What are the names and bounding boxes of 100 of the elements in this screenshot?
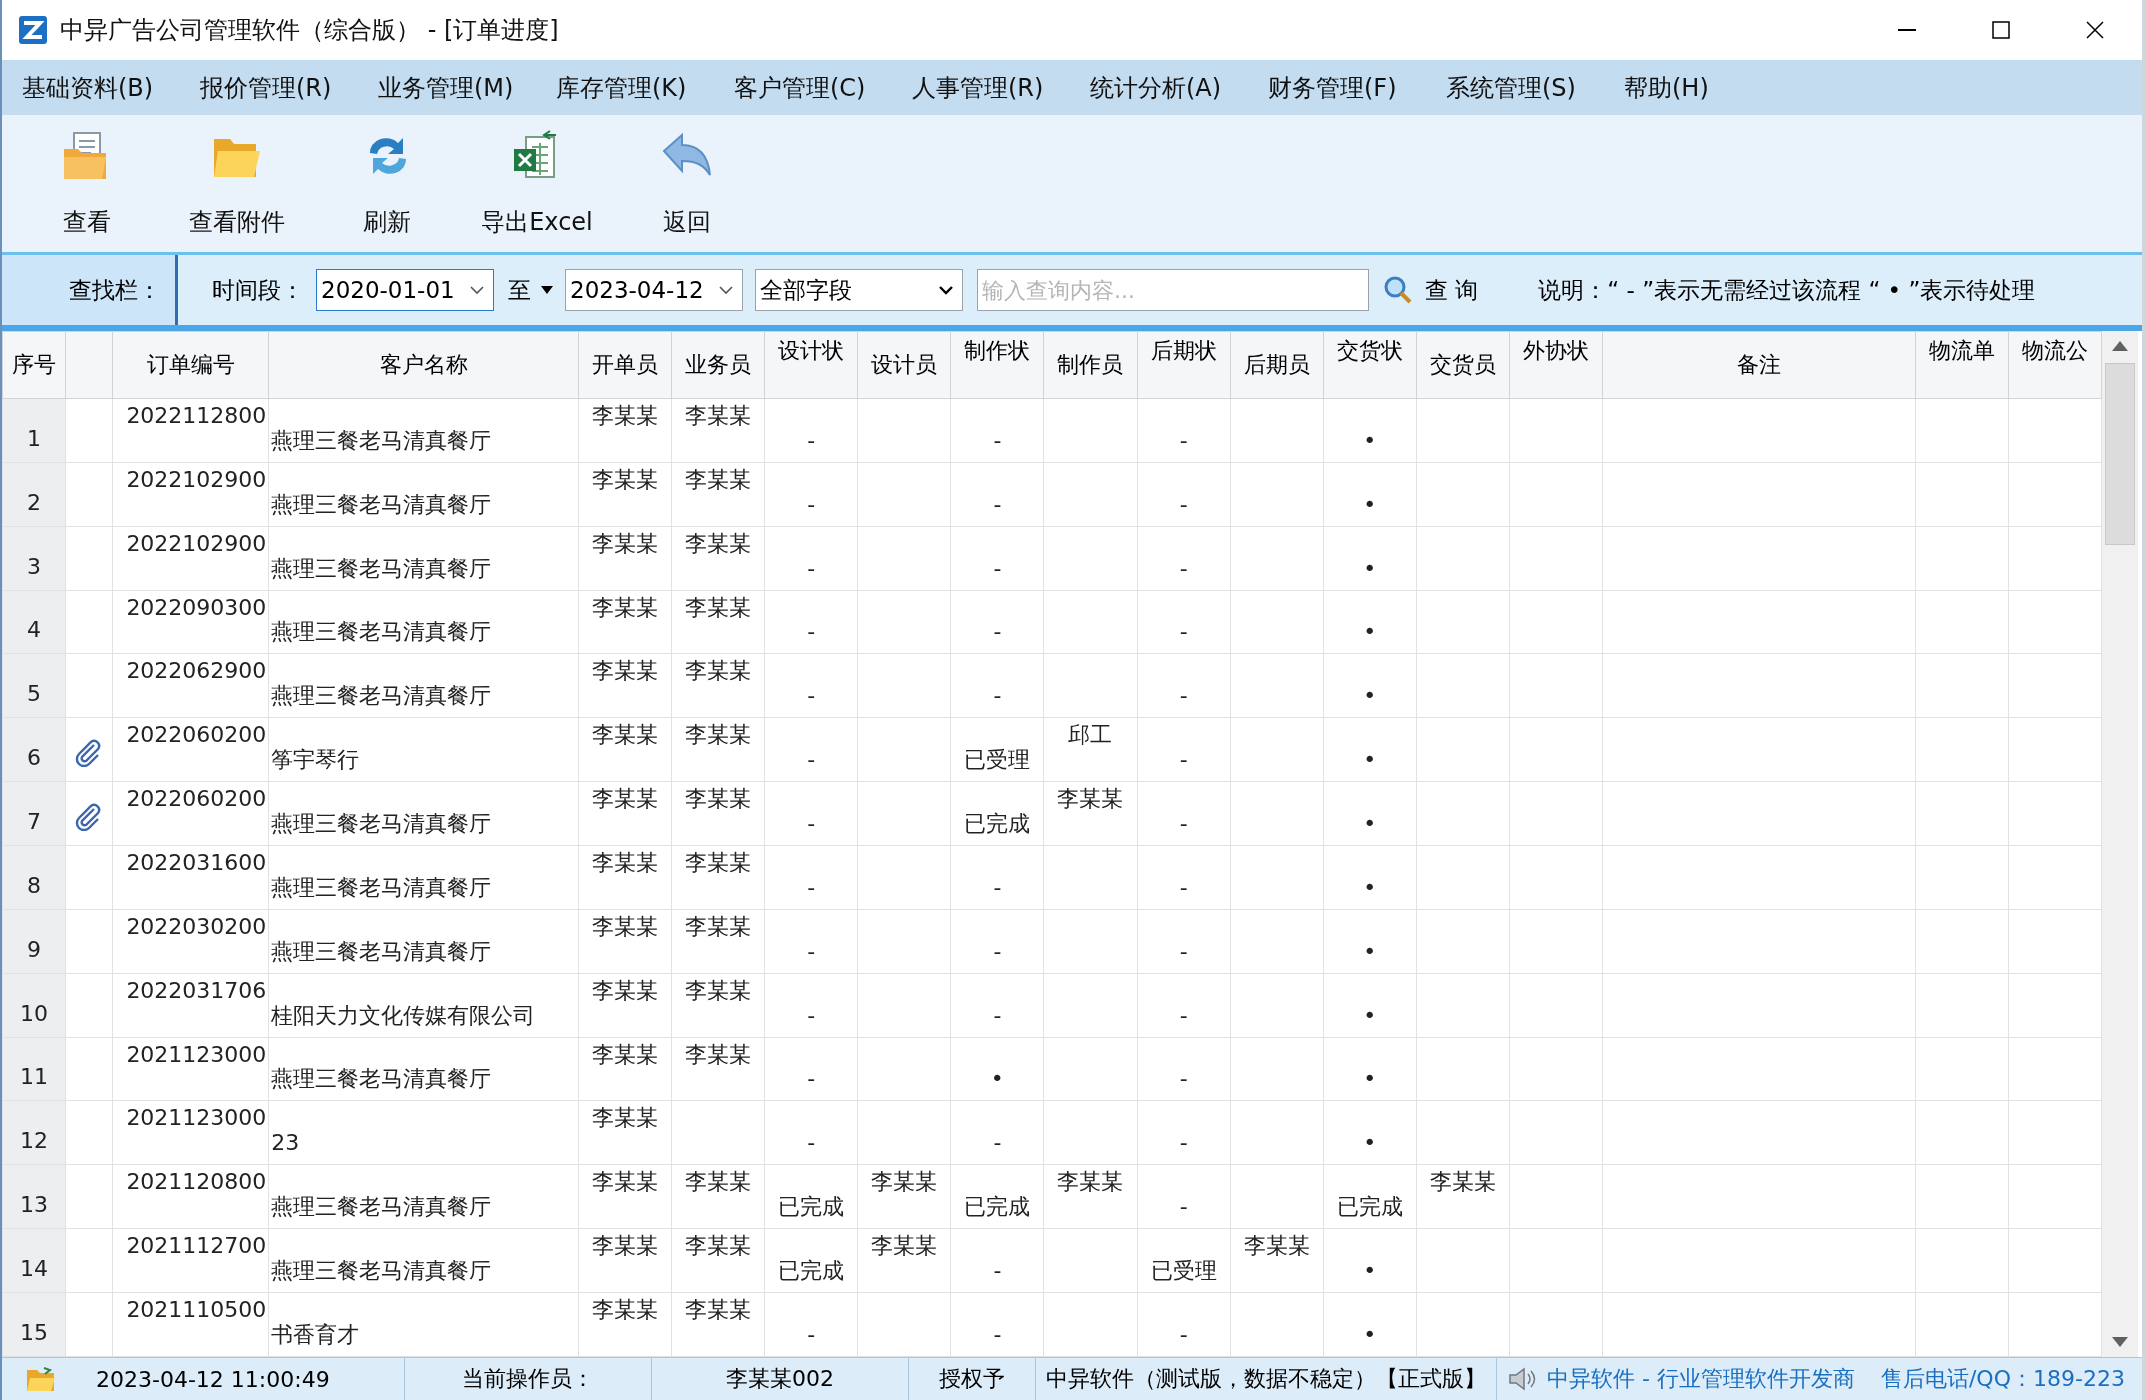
scroll-thumb[interactable] <box>2105 363 2135 545</box>
column-header[interactable]: 交货员 <box>1416 331 1510 399</box>
column-header[interactable]: 外协状 <box>1509 331 1603 399</box>
column-header[interactable]: 开单员 <box>578 331 672 399</box>
column-header[interactable]: 交货状 <box>1323 331 1417 399</box>
column-header[interactable]: 业务员 <box>671 331 765 399</box>
table-cell: - <box>807 555 816 581</box>
field-dropdown[interactable]: 全部字段 <box>755 269 963 311</box>
status-label: 当前操作员： <box>405 1358 652 1400</box>
table-cell: - <box>1179 1002 1188 1028</box>
vendor-link[interactable]: 中异软件 - 行业管理软件开发商 <box>1547 1364 1855 1394</box>
window-title: 中异广告公司管理软件（综合版） - [订单进度] <box>60 15 559 46</box>
scrollbar[interactable] <box>2102 331 2138 1357</box>
table-cell: 2022060200 <box>126 786 267 812</box>
table-cell: • <box>1363 1066 1377 1092</box>
row-number: 11 <box>20 1064 49 1090</box>
column-header[interactable]: 后期状 <box>1137 331 1231 399</box>
menu-item[interactable]: 统计分析(A) <box>1090 71 1220 104</box>
table-cell: • <box>1363 491 1377 517</box>
table-cell: 2021110500 <box>126 1297 267 1323</box>
table-cell: 李某某 <box>685 530 751 556</box>
row-number: 10 <box>20 1000 49 1026</box>
table-cell: 已完成 <box>964 1194 1031 1220</box>
search-field[interactable]: 输入查询内容... <box>977 269 1369 311</box>
table-cell: 已完成 <box>1336 1194 1403 1220</box>
table-cell: - <box>807 1130 816 1156</box>
table-cell: 李某某 <box>591 1105 658 1131</box>
table-cell: • <box>1363 619 1377 645</box>
table-cell: - <box>1179 1322 1188 1347</box>
table-cell: - <box>993 1130 1002 1156</box>
table-cell: 23 <box>271 1130 300 1156</box>
search-bar-label: 查找栏： <box>69 275 161 305</box>
table-cell: 李某某 <box>591 403 658 428</box>
toolbar-button[interactable]: 返回 <box>612 121 762 246</box>
table-cell: 李某某 <box>591 913 658 939</box>
table-cell: 2022030200 <box>126 913 267 939</box>
table-cell: - <box>807 1002 816 1028</box>
column-header[interactable]: 客户名称 <box>268 331 579 399</box>
row-number: 7 <box>27 809 42 834</box>
table-cell: 2022102900 <box>126 530 267 556</box>
toolbar-button[interactable]: 导出Excel <box>462 121 612 246</box>
table-cell: - <box>807 938 816 964</box>
table-cell: 2021112700 <box>126 1233 267 1259</box>
toolbar-button[interactable]: 查看 <box>12 121 162 246</box>
table-cell: • <box>1363 811 1377 836</box>
table-cell: 李某某 <box>685 722 751 748</box>
menu-item[interactable]: 库存管理(K) <box>556 71 686 104</box>
table-cell: • <box>1363 555 1377 581</box>
table-cell: - <box>993 1002 1002 1028</box>
table-cell: - <box>993 938 1002 964</box>
column-header[interactable]: 制作状 <box>950 331 1044 399</box>
menu-item[interactable]: 基础资料(B) <box>22 71 152 104</box>
table-cell: - <box>993 1322 1002 1347</box>
toolbar-button[interactable]: 查看附件 <box>162 121 312 246</box>
toolbar-button[interactable]: 刷新 <box>312 121 462 246</box>
table-cell: - <box>1179 683 1188 709</box>
date-picker[interactable]: 2023-04-12 <box>565 269 743 311</box>
status-datetime: 2023-04-12 11:00:49 <box>56 1358 405 1400</box>
scroll-up-icon <box>2112 341 2128 351</box>
menu-item[interactable]: 客户管理(C) <box>734 71 864 104</box>
column-header[interactable]: 备注 <box>1602 331 1916 399</box>
table-cell: • <box>1363 1002 1377 1028</box>
menu-item[interactable]: 帮助(H) <box>1624 71 1754 104</box>
menu-item[interactable]: 财务管理(F) <box>1268 71 1398 104</box>
table-cell: 李某某 <box>685 850 751 875</box>
table-cell: 2021123000 <box>126 1041 267 1067</box>
date-picker[interactable]: 2020-01-01 <box>316 269 494 311</box>
column-header[interactable]: 物流单 <box>1915 331 2009 399</box>
table-cell: - <box>1179 1130 1188 1156</box>
table-cell: 燕理三餐老马清真餐厅 <box>271 491 492 517</box>
table-cell: • <box>1363 938 1377 964</box>
table-cell: 邱工 <box>1068 722 1113 748</box>
table-cell: 2022031600 <box>126 850 267 875</box>
menu-item[interactable]: 系统管理(S) <box>1446 71 1576 104</box>
column-header[interactable]: 物流公 <box>2008 331 2102 399</box>
table-cell: - <box>807 1322 816 1347</box>
table-cell: 李某某 <box>685 1041 751 1067</box>
table-cell: 燕理三餐老马清真餐厅 <box>271 811 492 836</box>
table-cell: - <box>807 491 816 517</box>
column-header[interactable]: 制作员 <box>1043 331 1138 399</box>
range-label: 至 <box>508 275 531 305</box>
menu-item[interactable]: 人事管理(R) <box>912 71 1042 104</box>
table-cell: 2022031706 <box>126 977 267 1003</box>
column-header[interactable]: 设计状 <box>764 331 858 399</box>
table-cell: 2021123000 <box>126 1105 267 1131</box>
row-number: 15 <box>20 1320 49 1345</box>
column-header[interactable]: 序号 <box>2 331 66 399</box>
column-header[interactable]: 订单编号 <box>112 331 269 399</box>
table-cell: • <box>1363 1130 1377 1156</box>
table-cell: 李某某 <box>685 403 751 428</box>
table-cell: 已完成 <box>778 1194 845 1220</box>
table-cell: 2021120800 <box>126 1169 267 1195</box>
search-button[interactable]: 查 询 <box>1383 274 1479 306</box>
row-number: 14 <box>20 1256 49 1282</box>
caret-down-icon <box>541 286 553 294</box>
table-cell: - <box>1179 811 1188 836</box>
column-header[interactable]: 后期员 <box>1230 331 1324 399</box>
table-cell: 2022090300 <box>126 594 267 620</box>
menu-item[interactable]: 报价管理(R) <box>200 71 330 104</box>
column-header[interactable]: 设计员 <box>857 331 951 399</box>
